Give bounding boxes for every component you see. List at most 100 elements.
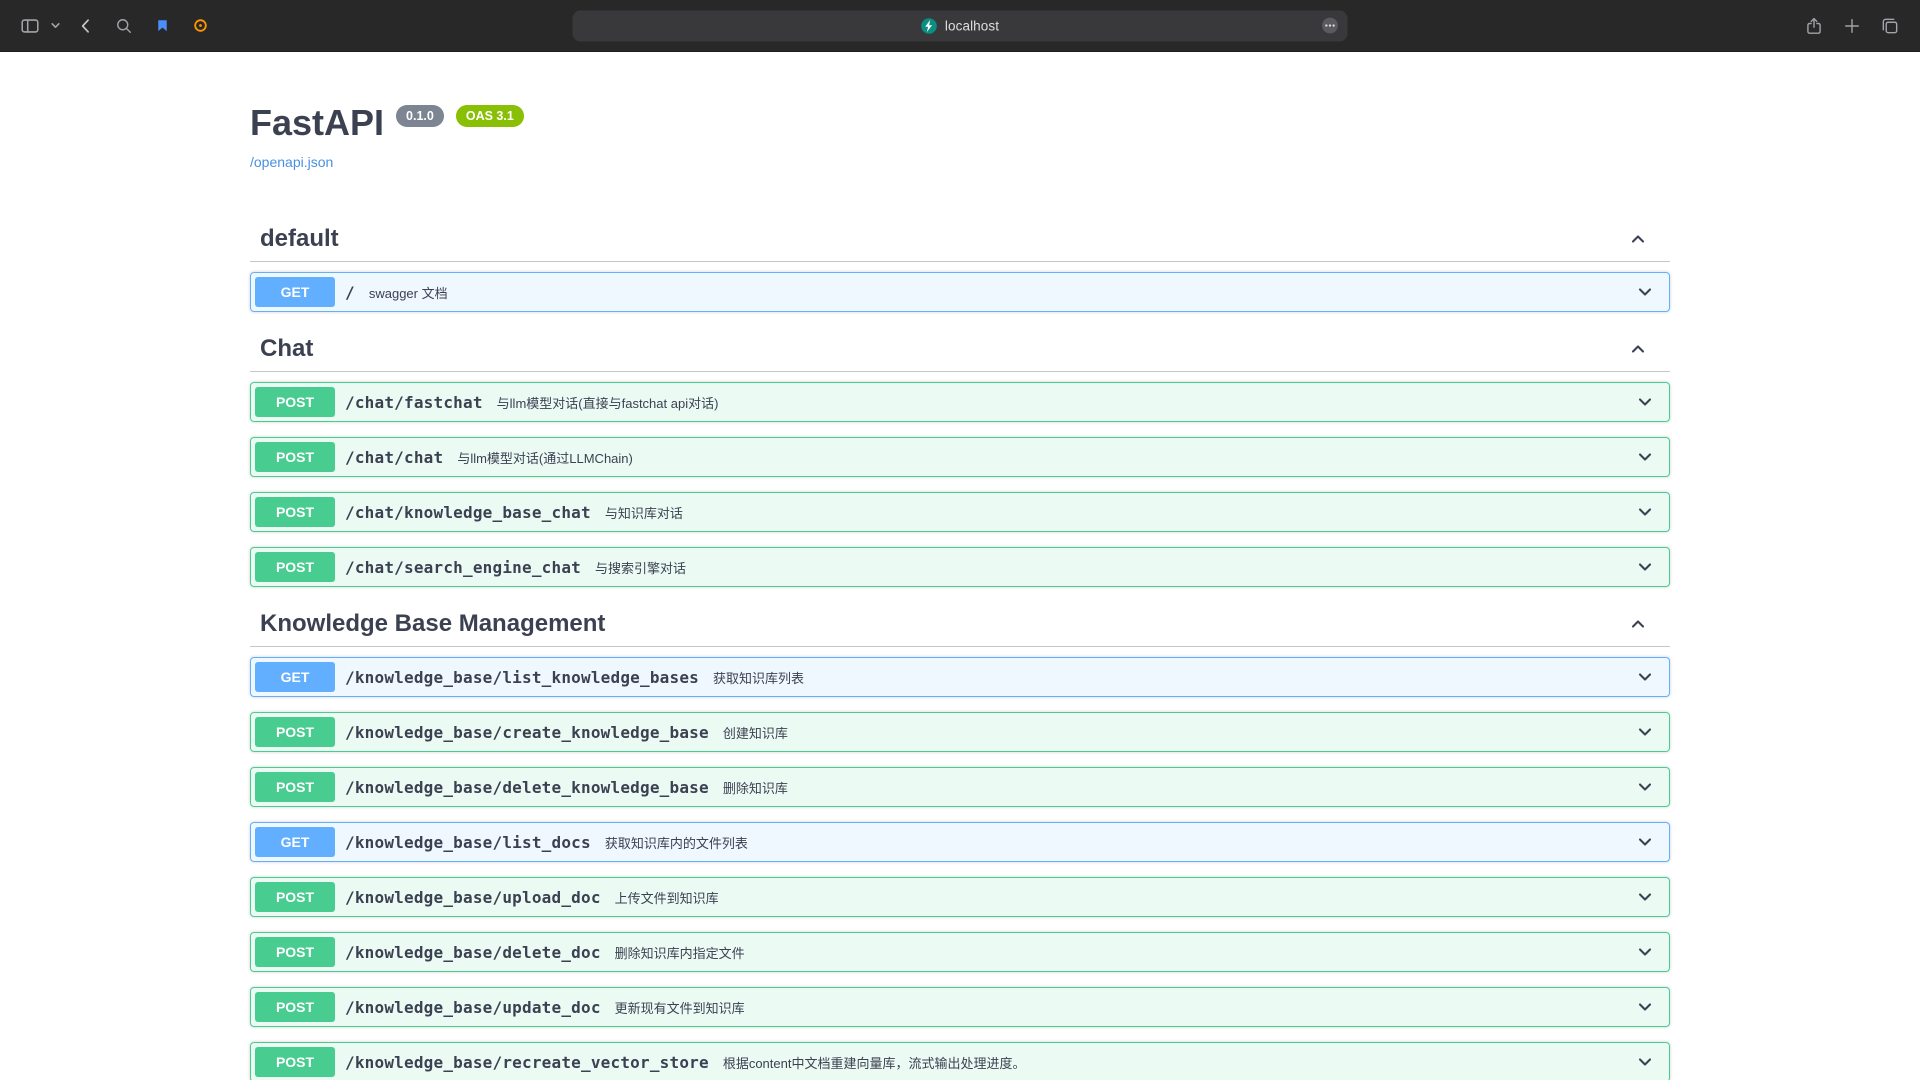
chevron-down-icon (50, 20, 61, 31)
operation-row[interactable]: POST /chat/fastchat 与llm模型对话(直接与fastchat… (250, 382, 1670, 422)
operation-row[interactable]: GET /knowledge_base/list_docs 获取知识库内的文件列… (250, 822, 1670, 862)
operation-path: /chat/knowledge_base_chat (345, 503, 591, 522)
operation-path: /knowledge_base/recreate_vector_store (345, 1053, 709, 1072)
operation-row[interactable]: GET /knowledge_base/list_knowledge_bases… (250, 657, 1670, 697)
operation-description: 与搜索引擎对话 (595, 558, 1625, 577)
operation-row[interactable]: POST /knowledge_base/recreate_vector_sto… (250, 1042, 1670, 1080)
page-menu-button[interactable] (1321, 16, 1340, 35)
http-method-badge: POST (255, 992, 335, 1022)
expand-operation-button[interactable] (1625, 997, 1665, 1017)
tab-overview-button[interactable] (1874, 10, 1906, 42)
ellipsis-circle-icon (1321, 16, 1340, 35)
operation-row[interactable]: GET / swagger 文档 (250, 272, 1670, 312)
chevron-up-icon (1628, 229, 1648, 249)
operation-row[interactable]: POST /knowledge_base/delete_knowledge_ba… (250, 767, 1670, 807)
http-method-badge: POST (255, 552, 335, 582)
expand-operation-button[interactable] (1625, 557, 1665, 577)
api-title-text: FastAPI (250, 102, 384, 144)
chevron-down-icon (1635, 557, 1655, 577)
http-method-badge: POST (255, 772, 335, 802)
address-bar[interactable]: localhost (573, 10, 1348, 41)
operation-row[interactable]: POST /knowledge_base/upload_doc 上传文件到知识库 (250, 877, 1670, 917)
operation-row[interactable]: POST /knowledge_base/delete_doc 删除知识库内指定… (250, 932, 1670, 972)
search-icon (114, 16, 134, 36)
search-button[interactable] (108, 10, 140, 42)
operation-row[interactable]: POST /chat/chat 与llm模型对话(通过LLMChain) (250, 437, 1670, 477)
http-method-badge: GET (255, 277, 335, 307)
chevron-down-icon (1635, 887, 1655, 907)
expand-operation-button[interactable] (1625, 392, 1665, 412)
expand-operation-button[interactable] (1625, 777, 1665, 797)
toolbar-right-group (1798, 10, 1906, 42)
browser-toolbar: localhost (0, 0, 1920, 52)
operation-description: 上传文件到知识库 (615, 888, 1625, 907)
chevron-down-icon (1635, 832, 1655, 852)
section-operations: GET / swagger 文档 (250, 272, 1670, 312)
expand-operation-button[interactable] (1625, 667, 1665, 687)
operation-path: /knowledge_base/list_knowledge_bases (345, 668, 699, 687)
expand-operation-button[interactable] (1625, 832, 1665, 852)
chevron-up-icon (1628, 339, 1648, 359)
operation-description: 与llm模型对话(通过LLMChain) (457, 448, 1625, 467)
collapse-section-button[interactable] (1626, 612, 1650, 636)
operation-path: /knowledge_base/delete_knowledge_base (345, 778, 709, 797)
new-tab-button[interactable] (1836, 10, 1868, 42)
back-button[interactable] (70, 10, 102, 42)
operation-path: /chat/fastchat (345, 393, 483, 412)
expand-operation-button[interactable] (1625, 887, 1665, 907)
operation-description: 获取知识库列表 (713, 668, 1625, 687)
expand-operation-button[interactable] (1625, 282, 1665, 302)
expand-operation-button[interactable] (1625, 447, 1665, 467)
plus-icon (1842, 16, 1862, 36)
collapse-section-button[interactable] (1626, 227, 1650, 251)
orange-ring-icon (192, 17, 209, 34)
openapi-spec-link[interactable]: /openapi.json (250, 154, 333, 170)
http-method-badge: GET (255, 662, 335, 692)
operation-description: 根据content中文档重建向量库，流式输出处理进度。 (723, 1053, 1625, 1072)
operation-path: /knowledge_base/list_docs (345, 833, 591, 852)
chevron-down-icon (1635, 667, 1655, 687)
operation-description: 与知识库对话 (605, 503, 1625, 522)
http-method-badge: POST (255, 937, 335, 967)
operation-description: 创建知识库 (723, 723, 1625, 742)
section-title: Chat (260, 337, 313, 361)
operation-row[interactable]: POST /chat/knowledge_base_chat 与知识库对话 (250, 492, 1670, 532)
sidebar-chevron-button[interactable] (46, 10, 64, 42)
share-icon (1804, 16, 1824, 36)
api-info: FastAPI 0.1.0 OAS 3.1 /openapi.json (250, 52, 1670, 172)
section-header[interactable]: Knowledge Base Management (250, 602, 1670, 647)
chevron-down-icon (1635, 1052, 1655, 1072)
expand-operation-button[interactable] (1625, 722, 1665, 742)
section-header[interactable]: Chat (250, 327, 1670, 372)
operation-path: /knowledge_base/update_doc (345, 998, 601, 1017)
http-method-badge: POST (255, 497, 335, 527)
expand-operation-button[interactable] (1625, 502, 1665, 522)
pinned-site-blue-button[interactable] (146, 10, 178, 42)
expand-operation-button[interactable] (1625, 1052, 1665, 1072)
http-method-badge: POST (255, 717, 335, 747)
http-method-badge: GET (255, 827, 335, 857)
expand-operation-button[interactable] (1625, 942, 1665, 962)
site-favicon-icon (921, 17, 938, 34)
operation-row[interactable]: POST /knowledge_base/update_doc 更新现有文件到知… (250, 987, 1670, 1027)
chevron-left-icon (76, 16, 96, 36)
blue-bookmark-icon (154, 17, 171, 34)
operation-description: swagger 文档 (369, 283, 1625, 302)
share-button[interactable] (1798, 10, 1830, 42)
collapse-section-button[interactable] (1626, 337, 1650, 361)
operation-description: 删除知识库内指定文件 (615, 943, 1625, 962)
http-method-badge: POST (255, 442, 335, 472)
chevron-down-icon (1635, 392, 1655, 412)
section-operations: POST /chat/fastchat 与llm模型对话(直接与fastchat… (250, 382, 1670, 587)
chevron-down-icon (1635, 447, 1655, 467)
operation-path: /knowledge_base/upload_doc (345, 888, 601, 907)
chevron-down-icon (1635, 722, 1655, 742)
section-header[interactable]: default (250, 217, 1670, 262)
operation-row[interactable]: POST /chat/search_engine_chat 与搜索引擎对话 (250, 547, 1670, 587)
operation-path: /chat/search_engine_chat (345, 558, 581, 577)
section-operations: GET /knowledge_base/list_knowledge_bases… (250, 657, 1670, 1080)
operation-row[interactable]: POST /knowledge_base/create_knowledge_ba… (250, 712, 1670, 752)
sidebar-toggle-button[interactable] (14, 10, 46, 42)
pinned-site-orange-button[interactable] (184, 10, 216, 42)
oas-version-badge: OAS 3.1 (456, 105, 524, 127)
